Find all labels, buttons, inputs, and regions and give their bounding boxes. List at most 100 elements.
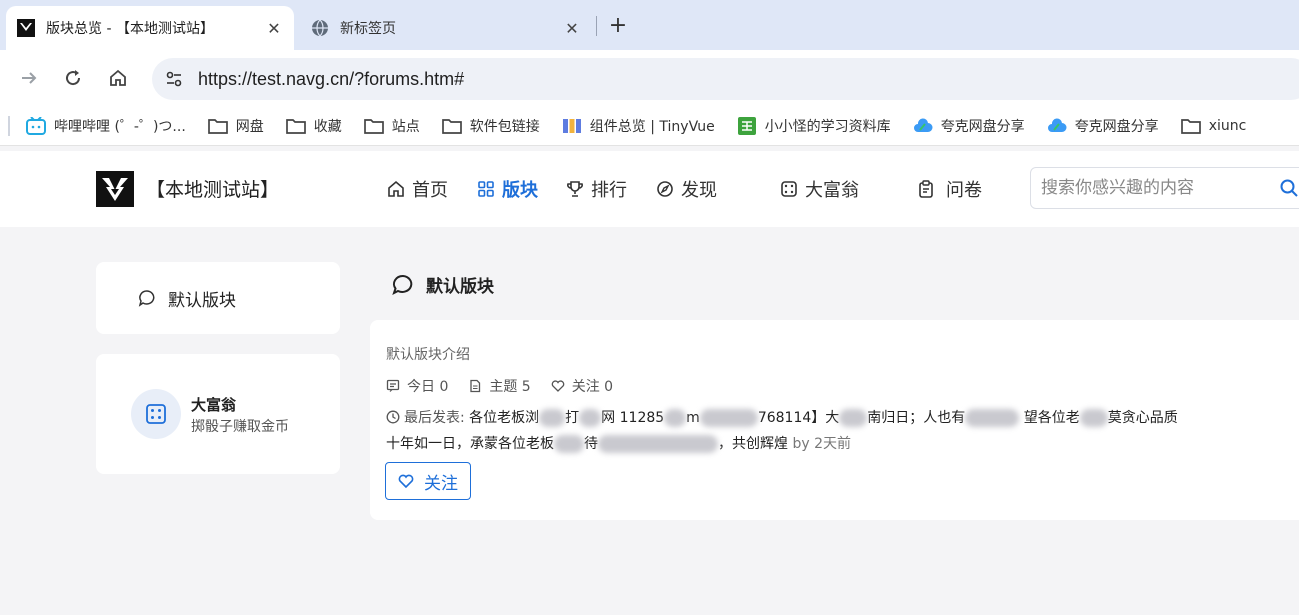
last-post-text: 莫贪心品质 <box>1107 410 1178 426</box>
last-post-text: 768114】大 <box>757 410 840 426</box>
bookmark-folder-shoucang[interactable]: 收藏 <box>285 116 342 136</box>
stat-follows: 关注 0 <box>551 376 613 396</box>
redacted-blur <box>699 409 758 427</box>
bookmark-label: xiunc <box>1208 117 1247 134</box>
bookmark-label: 夸克网盘分享 <box>1074 118 1159 135</box>
forum-heading: 默认版块 <box>392 272 494 297</box>
sheet-icon <box>737 116 757 136</box>
game-name: 大富翁 <box>191 396 237 414</box>
bookmark-folder-zhandian[interactable]: 站点 <box>363 116 420 136</box>
bookmark-label: 组件总览 | TinyVue <box>589 118 715 135</box>
reload-icon[interactable] <box>60 65 86 91</box>
nav-discover[interactable]: 发现 <box>655 177 717 201</box>
bookmark-label: 网盘 <box>235 118 264 135</box>
forum-intro: 默认版块介绍 <box>386 347 470 363</box>
folder-icon <box>441 116 462 136</box>
folder-icon <box>207 116 228 136</box>
last-post[interactable]: 最后发表: 各位老板浏 打 网 11285 m 768114】大 南归日；人也有 望各位老… <box>386 406 1296 456</box>
compass-icon <box>655 179 675 199</box>
nav-label: 发现 <box>681 180 717 201</box>
bookmark-label: 哔哩哔哩 (゜-゜)つ... <box>54 118 186 135</box>
bilibili-icon <box>26 116 46 136</box>
last-post-time: by 2天前 <box>792 436 851 452</box>
browser-toolbar: https://test.navg.cn/?forums.htm# <box>0 50 1299 106</box>
bookmark-folder-xiunc[interactable]: xiunc <box>1180 116 1247 136</box>
globe-icon <box>310 18 330 38</box>
close-icon[interactable]: ✕ <box>562 18 582 38</box>
tab-new-tab[interactable]: 新标签页 ✕ <box>300 6 592 50</box>
bookmark-folder-packages[interactable]: 软件包链接 <box>441 116 540 136</box>
bookmark-label: 站点 <box>391 118 420 135</box>
trophy-icon <box>565 179 585 199</box>
last-post-text: 11285 <box>619 410 665 426</box>
heart-icon <box>398 473 414 489</box>
quark-cloud-icon <box>913 116 933 136</box>
document-icon <box>468 379 482 393</box>
bookmark-folder-wangpan[interactable]: 网盘 <box>207 116 264 136</box>
redacted-blur <box>1079 409 1108 427</box>
home-icon[interactable] <box>105 65 131 91</box>
bookmark-tinyvue[interactable]: 组件总览 | TinyVue <box>562 116 715 136</box>
last-post-text: ，共创辉煌 <box>718 436 788 452</box>
stat-today-text: 今日 0 <box>407 379 449 395</box>
site-name[interactable]: 【本地测试站】 <box>146 175 279 202</box>
bookmark-quark-share-2[interactable]: 夸克网盘分享 <box>1047 116 1159 136</box>
stat-topics: 主题 5 <box>468 376 531 396</box>
redacted-blur <box>579 409 602 427</box>
new-tab-plus-icon[interactable]: + <box>606 12 630 38</box>
stat-topics-text: 主题 5 <box>489 379 531 395</box>
nav-label: 大富翁 <box>805 180 859 201</box>
home-icon <box>386 179 406 199</box>
tinyvue-icon <box>562 116 582 136</box>
nav-monopoly[interactable]: 大富翁 <box>779 177 859 201</box>
bookmarks-separator <box>8 115 10 136</box>
chat-bubble-icon <box>138 289 156 307</box>
bookmark-study-library[interactable]: 小小怪的学习资料库 <box>737 116 891 136</box>
site-search-box <box>1030 167 1299 209</box>
dice-icon <box>779 179 799 199</box>
site-logo[interactable] <box>96 171 134 207</box>
last-post-text: 各位老板浏 <box>469 410 540 426</box>
last-post-text: 待 <box>584 436 598 452</box>
tab-forums-overview[interactable]: 版块总览 - 【本地测试站】 ✕ <box>6 6 294 50</box>
message-icon <box>386 379 400 393</box>
nav-home[interactable]: 首页 <box>386 177 448 201</box>
quark-cloud-icon <box>1047 116 1067 136</box>
sidebar-monopoly-card[interactable]: 大富翁 掷骰子赚取金币 <box>96 354 340 474</box>
clipboard-icon <box>916 179 936 199</box>
dice-icon <box>131 389 181 439</box>
search-icon[interactable] <box>1279 178 1299 202</box>
last-post-text: 十年如一日，承蒙各位老板 <box>386 436 554 452</box>
bookmark-label: 软件包链接 <box>469 118 540 135</box>
redacted-blur <box>554 435 584 453</box>
page-title: 默认版块 <box>426 277 494 297</box>
nav-forums[interactable]: 版块 <box>476 177 538 201</box>
bookmark-label: 小小怪的学习资料库 <box>764 118 891 135</box>
stat-today: 今日 0 <box>386 376 448 396</box>
address-bar[interactable]: https://test.navg.cn/?forums.htm# <box>152 58 1299 100</box>
sidebar-item-default-forum[interactable]: 默认版块 <box>96 262 340 334</box>
bookmark-quark-share-1[interactable]: 夸克网盘分享 <box>913 116 1025 136</box>
site-settings-icon[interactable] <box>154 59 194 99</box>
bookmark-label: 收藏 <box>313 118 342 135</box>
site-favicon-icon <box>16 18 36 38</box>
nav-survey[interactable]: 问卷 <box>916 177 982 201</box>
tab-separator <box>596 16 597 36</box>
url-text: https://test.navg.cn/?forums.htm# <box>198 68 465 89</box>
bookmark-label: 夸克网盘分享 <box>940 118 1025 135</box>
nav-ranking[interactable]: 排行 <box>565 177 627 201</box>
bookmark-bilibili[interactable]: 哔哩哔哩 (゜-゜)つ... <box>26 116 186 136</box>
clock-icon <box>386 408 400 432</box>
close-icon[interactable]: ✕ <box>264 18 284 38</box>
follow-button[interactable]: 关注 <box>385 462 471 500</box>
search-input[interactable] <box>1041 178 1271 198</box>
grid-icon <box>476 179 496 199</box>
tab-title: 新标签页 <box>340 21 396 37</box>
nav-label: 首页 <box>412 180 448 201</box>
redacted-blur <box>598 435 718 453</box>
game-description: 掷骰子赚取金币 <box>191 419 289 435</box>
forward-arrow-icon[interactable] <box>16 65 42 91</box>
nav-label: 问卷 <box>946 180 982 201</box>
redacted-blur <box>965 409 1020 427</box>
folder-icon <box>285 116 306 136</box>
